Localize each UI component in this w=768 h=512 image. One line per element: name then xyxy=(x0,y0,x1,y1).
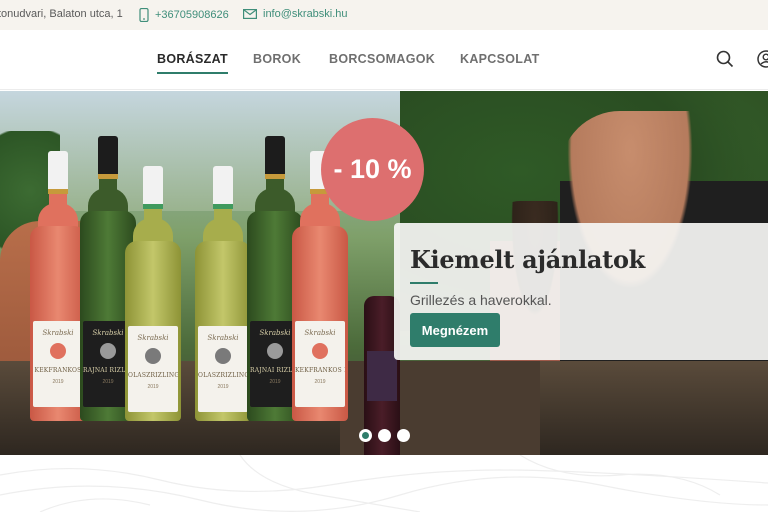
wine-bottle: Skrabski OLASZRIZLING 2019 xyxy=(125,166,181,421)
user-icon xyxy=(757,50,768,68)
nav-item-borok[interactable]: BOROK xyxy=(253,52,301,66)
bottle-year: 2019 xyxy=(52,379,64,385)
bottle-name: OLASZRIZLING xyxy=(128,372,178,379)
mail-icon xyxy=(243,9,257,19)
promo-subtitle: Grillezés a haverokkal. xyxy=(410,292,552,308)
bottle-name: KÉKFRANKOS xyxy=(34,367,82,374)
nav-item-kapcsolat[interactable]: KAPCSOLAT xyxy=(460,52,540,66)
phone-icon xyxy=(139,8,149,22)
bottle-year: 2019 xyxy=(147,384,159,390)
search-button[interactable] xyxy=(716,50,736,70)
bottle-label: Skrabski OLASZRIZLING 2019 xyxy=(198,326,248,412)
main-navigation: BORÁSZAT BOROK BORCSOMAGOK KAPCSOLAT xyxy=(0,30,768,90)
address-text: tonudvari, Balaton utca, 1 xyxy=(0,8,123,20)
bottle-crest-icon xyxy=(267,343,283,359)
bottle-crest-icon xyxy=(145,348,161,364)
topographic-pattern xyxy=(0,455,768,512)
bottle-name: KÉKFRANKOS ROZÉ xyxy=(295,367,345,374)
bottle-brand: Skrabski xyxy=(207,334,239,342)
bottle-crest-icon xyxy=(50,343,66,359)
account-button[interactable] xyxy=(757,50,768,70)
bottle-label: Skrabski KÉKFRANKOS 2019 xyxy=(33,321,83,407)
carousel-dot-2[interactable] xyxy=(378,429,391,442)
discount-badge: - 10 % xyxy=(321,118,424,221)
address-label: tonudvari, Balaton utca, 1 xyxy=(0,8,123,20)
bottle-year: 2019 xyxy=(314,379,326,385)
carousel-dots xyxy=(359,429,410,442)
bottle-brand: Skrabski xyxy=(137,334,169,342)
view-offer-button[interactable]: Megnézem xyxy=(410,313,500,347)
bottle-crest-icon xyxy=(215,348,231,364)
bottle-crest-icon xyxy=(312,343,328,359)
top-info-bar: tonudvari, Balaton utca, 1 +36705908626 … xyxy=(0,0,768,30)
carousel-dot-3[interactable] xyxy=(397,429,410,442)
bottle-brand: Skrabski xyxy=(304,329,336,337)
phone-label: +36705908626 xyxy=(155,9,229,21)
bottle-label: Skrabski KÉKFRANKOS ROZÉ 2019 xyxy=(295,321,345,407)
bottle-crest-icon xyxy=(100,343,116,359)
carousel-dot-1[interactable] xyxy=(359,429,372,442)
promo-title-underline xyxy=(410,282,438,284)
wine-bottle: Skrabski OLASZRIZLING 2019 xyxy=(195,166,251,421)
bottle-label: Skrabski OLASZRIZLING 2019 xyxy=(128,326,178,412)
email-link[interactable]: info@skrabski.hu xyxy=(243,8,348,20)
decorative-pattern-section xyxy=(0,455,768,512)
promo-card: Kiemelt ajánlatok Grillezés a haverokkal… xyxy=(394,223,768,360)
nav-item-boraszat[interactable]: BORÁSZAT xyxy=(157,52,228,74)
nav-item-borcsomagok[interactable]: BORCSOMAGOK xyxy=(329,52,435,66)
promo-title: Kiemelt ajánlatok xyxy=(410,245,645,274)
bottle-brand: Skrabski xyxy=(42,329,74,337)
search-icon xyxy=(716,50,734,68)
phone-link[interactable]: +36705908626 xyxy=(139,8,229,22)
wine-bottle: Skrabski KÉKFRANKOS 2019 xyxy=(30,151,86,421)
hero-slider[interactable]: Skrabski KÉKFRANKOS 2019 Skrabski RAJNAI… xyxy=(0,91,768,455)
email-label: info@skrabski.hu xyxy=(263,8,348,20)
bottle-name: OLASZRIZLING xyxy=(198,372,248,379)
product-bottles-group: Skrabski KÉKFRANKOS 2019 Skrabski RAJNAI… xyxy=(30,131,350,421)
bottle-year: 2019 xyxy=(217,384,229,390)
